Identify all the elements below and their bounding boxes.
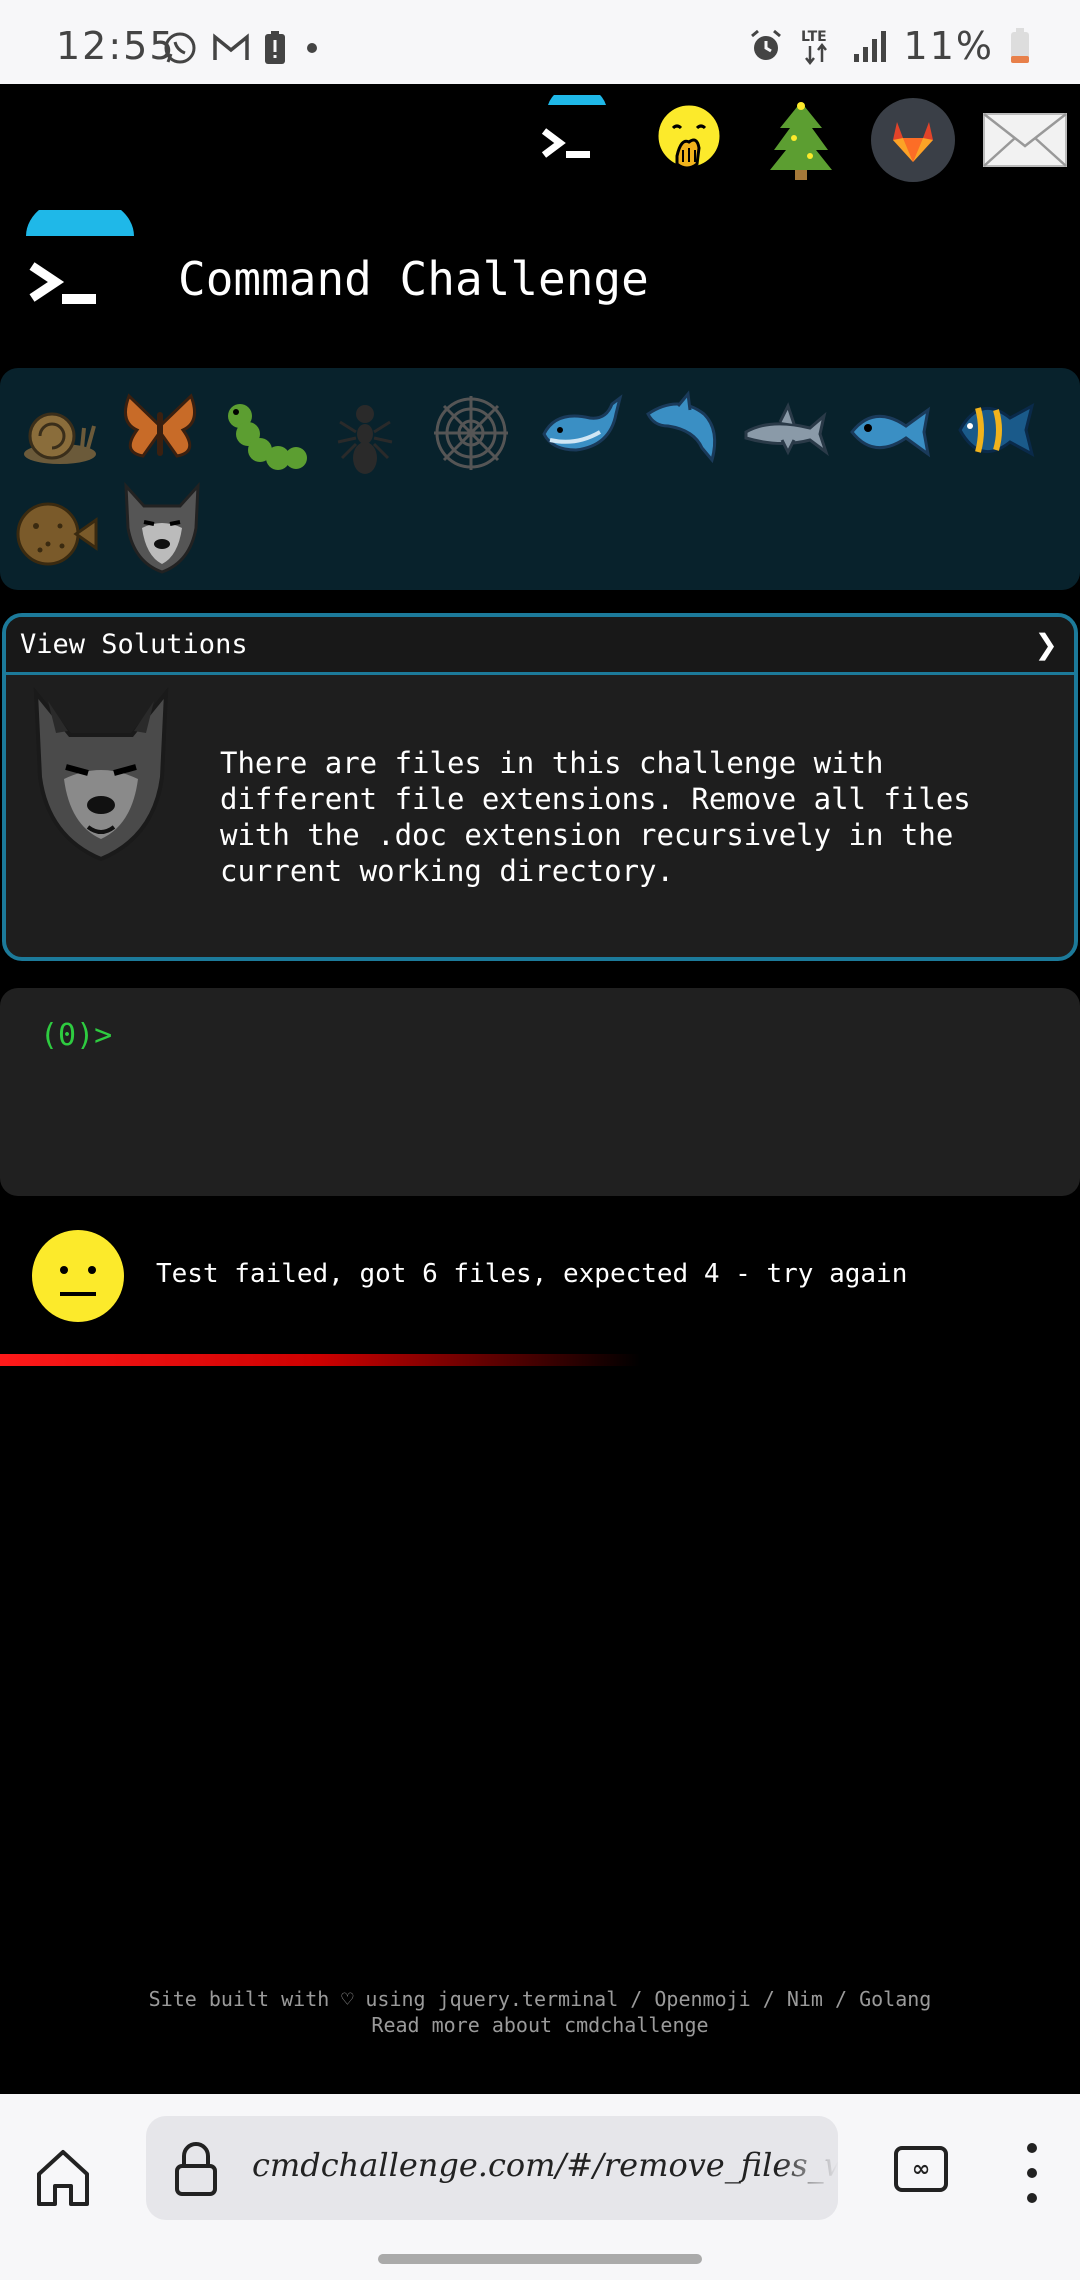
footer-credits: Site built with ♡ using jquery.terminal …	[148, 1987, 932, 2011]
home-icon	[37, 2150, 89, 2206]
caterpillar-icon[interactable]	[220, 392, 310, 482]
svg-text:∞: ∞	[912, 2157, 930, 2182]
page-title: Command Challenge	[178, 252, 649, 306]
gmail-icon	[213, 33, 249, 60]
more-options-icon[interactable]	[1020, 2138, 1044, 2208]
chevron-right-icon: ❯	[1034, 628, 1058, 661]
terminal-icon[interactable]	[532, 95, 622, 185]
dolphin-icon[interactable]	[638, 384, 728, 474]
notification-icons	[162, 30, 324, 66]
url-bar[interactable]: cmdchallenge.com/#/remove_files_with_ext…	[146, 2116, 838, 2220]
terminal-prompt: (0)>	[40, 1018, 113, 1053]
footer-read-more-link[interactable]: Read more about cmdchallenge	[0, 2012, 1080, 2038]
challenge-description: There are files in this challenge with d…	[220, 746, 971, 888]
blowfish-icon[interactable]	[10, 486, 100, 576]
view-solutions-label: View Solutions	[20, 629, 248, 660]
lte-icon: LTE	[801, 29, 827, 66]
system-icons: LTE 11%	[748, 24, 1030, 68]
ant-icon[interactable]	[320, 392, 410, 482]
result-message: Test failed, got 6 files, expected 4 - t…	[156, 1259, 908, 1289]
logo-terminal-icon	[20, 196, 140, 330]
status-bar: 12:55 LTE 11%	[0, 0, 1080, 84]
challenge-card: View Solutions ❯ There are files in this…	[2, 613, 1078, 961]
view-solutions-toggle[interactable]: View Solutions ❯	[6, 617, 1074, 675]
neutral-face-icon	[32, 1230, 124, 1322]
butterfly-icon[interactable]	[115, 382, 205, 472]
wolf-icon[interactable]	[112, 478, 212, 578]
whale-icon[interactable]	[536, 384, 626, 474]
footer: Site built with ♡ using jquery.terminal …	[0, 1986, 1080, 2038]
spider-web-icon[interactable]	[426, 388, 516, 478]
signal-icon	[853, 31, 886, 62]
battery-alert-icon	[265, 31, 285, 64]
snail-icon[interactable]	[10, 388, 100, 478]
terminal[interactable]: (0)>	[0, 988, 1080, 1196]
result-progress-bar	[0, 1354, 1080, 1366]
dot-icon	[307, 43, 317, 53]
gitlab-icon[interactable]	[868, 95, 958, 185]
svg-text:LTE: LTE	[801, 29, 827, 45]
alarm-icon	[750, 29, 781, 60]
lock-icon	[175, 2142, 217, 2196]
tropical-fish-icon[interactable]	[950, 384, 1040, 474]
challenge-progress-panel	[0, 368, 1080, 590]
christmas-tree-icon[interactable]	[756, 95, 846, 185]
tab-switcher-icon[interactable]: ∞	[892, 2140, 950, 2198]
fish-icon[interactable]	[844, 386, 934, 476]
gesture-handle[interactable]	[378, 2254, 702, 2264]
mail-icon[interactable]	[980, 95, 1070, 185]
battery-icon	[1011, 28, 1029, 63]
result-progress-fill	[0, 1354, 640, 1366]
wolf-avatar-icon	[33, 687, 169, 862]
shark-icon[interactable]	[740, 388, 830, 478]
whatsapp-icon	[164, 32, 196, 64]
hand-over-mouth-emoji-icon[interactable]	[644, 95, 734, 185]
battery-percent: 11%	[903, 24, 994, 68]
home-button[interactable]	[30, 2138, 96, 2218]
browser-toolbar: cmdchallenge.com/#/remove_files_with_ext…	[0, 2094, 1080, 2280]
top-icon-bar	[532, 90, 1070, 190]
status-time: 12:55	[56, 24, 176, 68]
url-text: cmdchallenge.com/#/remove_files_with_ext…	[252, 2146, 838, 2184]
